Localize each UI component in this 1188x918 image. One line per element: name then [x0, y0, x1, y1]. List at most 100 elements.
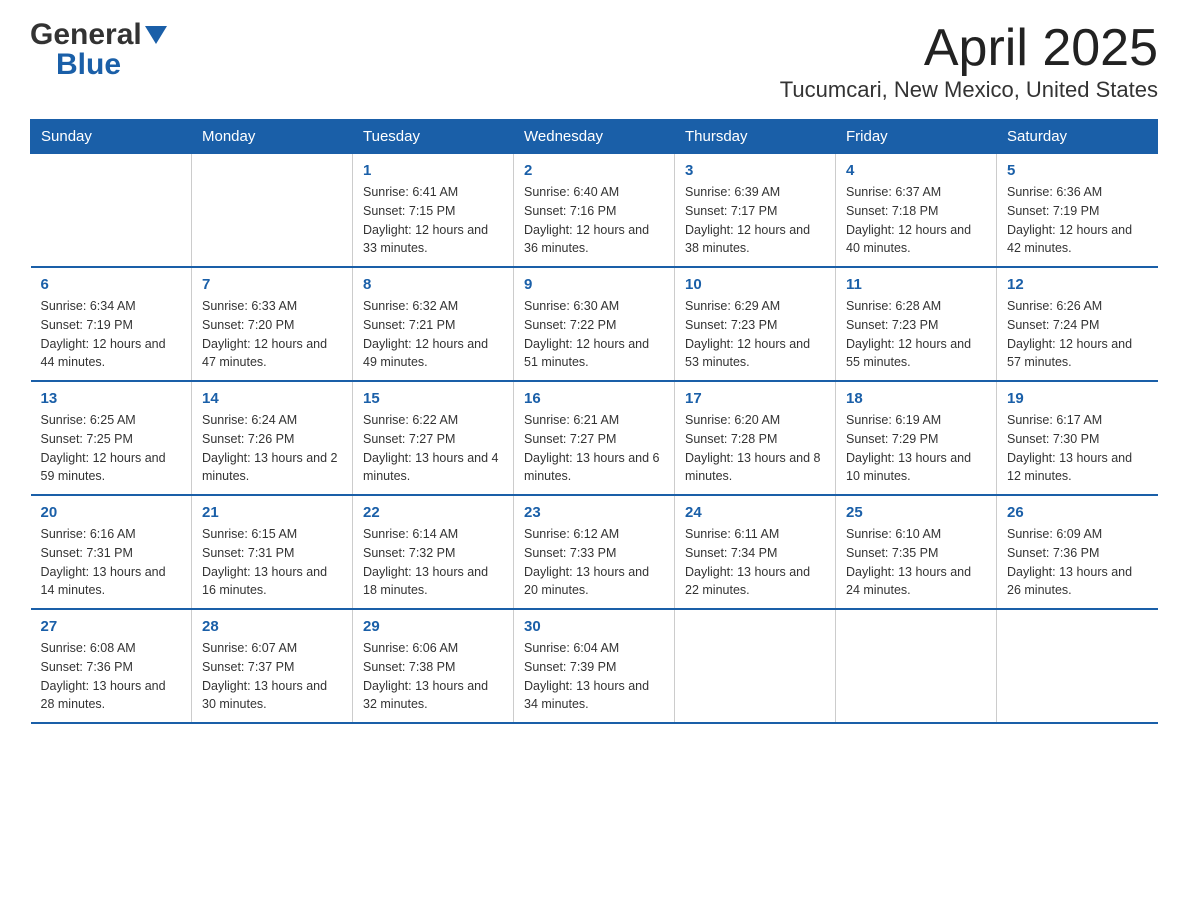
day-info: Sunrise: 6:33 AMSunset: 7:20 PMDaylight:… — [202, 297, 342, 372]
week-row-1: 1 Sunrise: 6:41 AMSunset: 7:15 PMDaylight… — [31, 154, 1158, 268]
day-info: Sunrise: 6:09 AMSunset: 7:36 PMDaylight:… — [1007, 525, 1148, 600]
calendar-subtitle: Tucumcari, New Mexico, United States — [780, 77, 1158, 103]
day-number: 15 — [363, 390, 503, 407]
calendar-cell — [675, 609, 836, 723]
day-number: 10 — [685, 276, 825, 293]
day-number: 21 — [202, 504, 342, 521]
day-info: Sunrise: 6:10 AMSunset: 7:35 PMDaylight:… — [846, 525, 986, 600]
day-info: Sunrise: 6:41 AMSunset: 7:15 PMDaylight:… — [363, 183, 503, 258]
day-number: 1 — [363, 162, 503, 179]
title-block: April 2025 Tucumcari, New Mexico, United… — [780, 20, 1158, 103]
day-info: Sunrise: 6:25 AMSunset: 7:25 PMDaylight:… — [41, 411, 182, 486]
calendar-cell: 19 Sunrise: 6:17 AMSunset: 7:30 PMDayligh… — [997, 381, 1158, 495]
day-number: 20 — [41, 504, 182, 521]
day-info: Sunrise: 6:28 AMSunset: 7:23 PMDaylight:… — [846, 297, 986, 372]
page-header: General Blue April 2025 Tucumcari, New M… — [30, 20, 1158, 103]
calendar-cell: 5Sunrise: 6:36 AMSunset: 7:19 PMDaylight… — [997, 154, 1158, 268]
day-number: 4 — [846, 162, 986, 179]
day-number: 9 — [524, 276, 664, 293]
day-of-week-tuesday: Tuesday — [353, 120, 514, 154]
calendar-body: 1 Sunrise: 6:41 AMSunset: 7:15 PMDaylight… — [31, 154, 1158, 724]
week-row-4: 20Sunrise: 6:16 AMSunset: 7:31 PMDayligh… — [31, 495, 1158, 609]
week-row-5: 27 Sunrise: 6:08 AMSunset: 7:36 PMDayligh… — [31, 609, 1158, 723]
day-number: 8 — [363, 276, 503, 293]
calendar-cell: 8 Sunrise: 6:32 AMSunset: 7:21 PMDaylight… — [353, 267, 514, 381]
calendar-cell: 22 Sunrise: 6:14 AMSunset: 7:32 PMDayligh… — [353, 495, 514, 609]
calendar-cell: 9 Sunrise: 6:30 AMSunset: 7:22 PMDaylight… — [514, 267, 675, 381]
day-info: Sunrise: 6:17 AMSunset: 7:30 PMDaylight:… — [1007, 411, 1148, 486]
day-info: Sunrise: 6:12 AMSunset: 7:33 PMDaylight:… — [524, 525, 664, 600]
calendar-table: SundayMondayTuesdayWednesdayThursdayFrid… — [30, 119, 1158, 724]
logo-arrow-icon — [145, 26, 167, 46]
day-of-week-sunday: Sunday — [31, 120, 192, 154]
day-number: 17 — [685, 390, 825, 407]
day-info: Sunrise: 6:20 AMSunset: 7:28 PMDaylight:… — [685, 411, 825, 486]
logo-blue-text: Blue — [56, 48, 121, 81]
calendar-cell: 13 Sunrise: 6:25 AMSunset: 7:25 PMDayligh… — [31, 381, 192, 495]
day-number: 11 — [846, 276, 986, 293]
calendar-cell: 17 Sunrise: 6:20 AMSunset: 7:28 PMDayligh… — [675, 381, 836, 495]
day-number: 25 — [846, 504, 986, 521]
day-info: Sunrise: 6:19 AMSunset: 7:29 PMDaylight:… — [846, 411, 986, 486]
day-number: 28 — [202, 618, 342, 635]
day-number: 5 — [1007, 162, 1148, 179]
day-info: Sunrise: 6:26 AMSunset: 7:24 PMDaylight:… — [1007, 297, 1148, 372]
logo-general-text: General — [30, 20, 142, 50]
day-info: Sunrise: 6:30 AMSunset: 7:22 PMDaylight:… — [524, 297, 664, 372]
calendar-cell: 3Sunrise: 6:39 AMSunset: 7:17 PMDaylight… — [675, 154, 836, 268]
day-number: 13 — [41, 390, 182, 407]
calendar-cell: 18 Sunrise: 6:19 AMSunset: 7:29 PMDayligh… — [836, 381, 997, 495]
week-row-3: 13 Sunrise: 6:25 AMSunset: 7:25 PMDayligh… — [31, 381, 1158, 495]
day-number: 7 — [202, 276, 342, 293]
calendar-cell: 26 Sunrise: 6:09 AMSunset: 7:36 PMDayligh… — [997, 495, 1158, 609]
day-info: Sunrise: 6:22 AMSunset: 7:27 PMDaylight:… — [363, 411, 503, 486]
day-info: Sunrise: 6:14 AMSunset: 7:32 PMDaylight:… — [363, 525, 503, 600]
calendar-cell: 15 Sunrise: 6:22 AMSunset: 7:27 PMDayligh… — [353, 381, 514, 495]
calendar-cell — [31, 154, 192, 268]
calendar-cell: 20Sunrise: 6:16 AMSunset: 7:31 PMDayligh… — [31, 495, 192, 609]
calendar-cell: 28 Sunrise: 6:07 AMSunset: 7:37 PMDayligh… — [192, 609, 353, 723]
day-number: 19 — [1007, 390, 1148, 407]
day-of-week-monday: Monday — [192, 120, 353, 154]
day-number: 24 — [685, 504, 825, 521]
day-info: Sunrise: 6:34 AMSunset: 7:19 PMDaylight:… — [41, 297, 182, 372]
calendar-cell: 30Sunrise: 6:04 AMSunset: 7:39 PMDayligh… — [514, 609, 675, 723]
day-number: 29 — [363, 618, 503, 635]
calendar-cell: 14 Sunrise: 6:24 AMSunset: 7:26 PMDayligh… — [192, 381, 353, 495]
day-number: 16 — [524, 390, 664, 407]
calendar-cell: 7 Sunrise: 6:33 AMSunset: 7:20 PMDaylight… — [192, 267, 353, 381]
calendar-header: SundayMondayTuesdayWednesdayThursdayFrid… — [31, 120, 1158, 154]
day-number: 23 — [524, 504, 664, 521]
day-number: 12 — [1007, 276, 1148, 293]
calendar-cell: 16Sunrise: 6:21 AMSunset: 7:27 PMDayligh… — [514, 381, 675, 495]
day-info: Sunrise: 6:06 AMSunset: 7:38 PMDaylight:… — [363, 639, 503, 714]
calendar-cell: 29 Sunrise: 6:06 AMSunset: 7:38 PMDayligh… — [353, 609, 514, 723]
day-info: Sunrise: 6:24 AMSunset: 7:26 PMDaylight:… — [202, 411, 342, 486]
calendar-cell — [836, 609, 997, 723]
day-info: Sunrise: 6:07 AMSunset: 7:37 PMDaylight:… — [202, 639, 342, 714]
calendar-cell: 12 Sunrise: 6:26 AMSunset: 7:24 PMDayligh… — [997, 267, 1158, 381]
day-of-week-thursday: Thursday — [675, 120, 836, 154]
day-number: 22 — [363, 504, 503, 521]
day-of-week-wednesday: Wednesday — [514, 120, 675, 154]
day-info: Sunrise: 6:08 AMSunset: 7:36 PMDaylight:… — [41, 639, 182, 714]
days-of-week-row: SundayMondayTuesdayWednesdayThursdayFrid… — [31, 120, 1158, 154]
calendar-cell: 23 Sunrise: 6:12 AMSunset: 7:33 PMDayligh… — [514, 495, 675, 609]
day-of-week-friday: Friday — [836, 120, 997, 154]
day-info: Sunrise: 6:11 AMSunset: 7:34 PMDaylight:… — [685, 525, 825, 600]
calendar-cell: 11 Sunrise: 6:28 AMSunset: 7:23 PMDayligh… — [836, 267, 997, 381]
day-number: 14 — [202, 390, 342, 407]
calendar-cell: 2Sunrise: 6:40 AMSunset: 7:16 PMDaylight… — [514, 154, 675, 268]
day-info: Sunrise: 6:39 AMSunset: 7:17 PMDaylight:… — [685, 183, 825, 258]
calendar-cell: 10Sunrise: 6:29 AMSunset: 7:23 PMDayligh… — [675, 267, 836, 381]
calendar-cell: 21Sunrise: 6:15 AMSunset: 7:31 PMDayligh… — [192, 495, 353, 609]
day-info: Sunrise: 6:32 AMSunset: 7:21 PMDaylight:… — [363, 297, 503, 372]
calendar-cell — [997, 609, 1158, 723]
day-number: 26 — [1007, 504, 1148, 521]
day-number: 18 — [846, 390, 986, 407]
day-number: 30 — [524, 618, 664, 635]
day-info: Sunrise: 6:37 AMSunset: 7:18 PMDaylight:… — [846, 183, 986, 258]
day-number: 27 — [41, 618, 182, 635]
day-number: 6 — [41, 276, 182, 293]
calendar-cell: 25 Sunrise: 6:10 AMSunset: 7:35 PMDayligh… — [836, 495, 997, 609]
